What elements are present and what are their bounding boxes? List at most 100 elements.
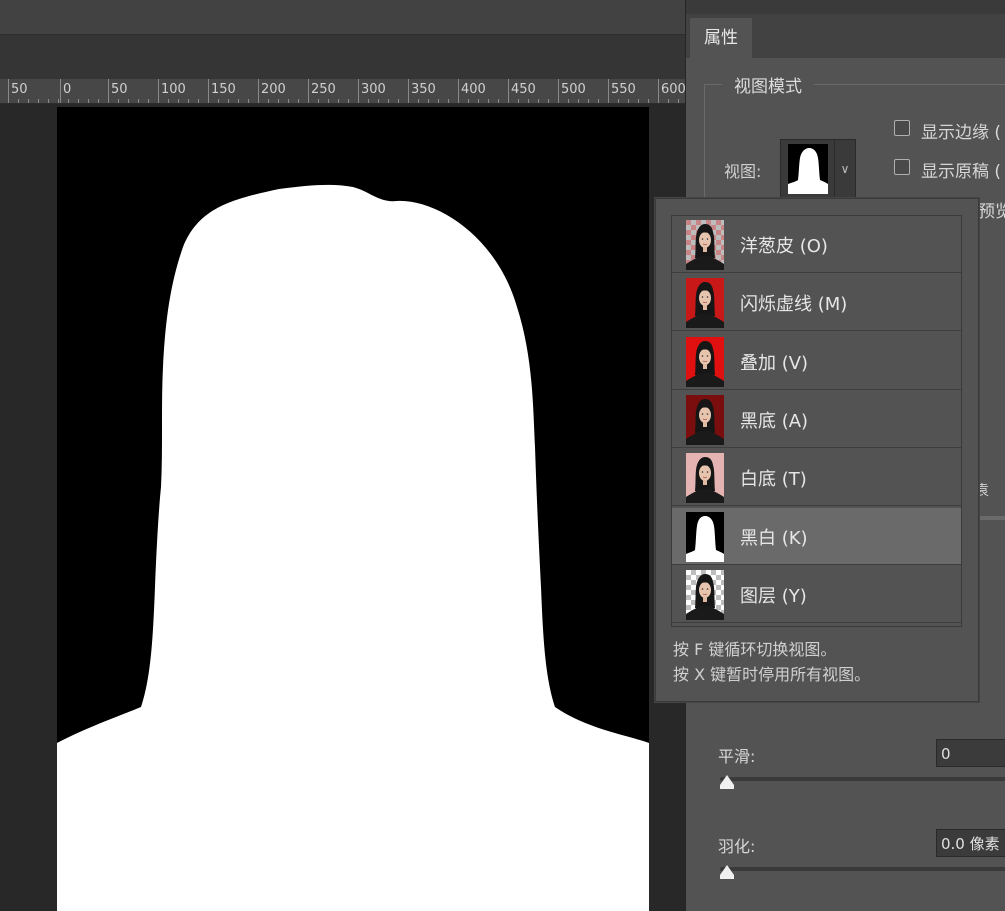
ruler-minor-tick: [48, 99, 49, 103]
ruler-minor-tick: [178, 99, 179, 103]
ruler-tick-label: 300: [361, 82, 386, 97]
show-edge-label: 显示边缘 (: [921, 123, 1002, 143]
view-thumbnail-icon: [686, 511, 724, 562]
ruler-minor-tick: [188, 99, 189, 103]
view-menu-item[interactable]: 叠加 (V): [672, 333, 961, 390]
ruler-minor-tick: [218, 99, 219, 103]
feather-input[interactable]: 0.0 像素: [936, 829, 1005, 857]
ruler-minor-tick: [268, 99, 269, 103]
feather-slider-thumb[interactable]: [720, 865, 734, 879]
ruler-minor-tick: [318, 99, 319, 103]
ruler-minor-tick: [328, 99, 329, 103]
view-mode-dropdown[interactable]: ∨: [780, 139, 856, 199]
ruler-tick-label: 0: [63, 82, 72, 97]
view-thumbnail-icon: [686, 336, 724, 387]
ruler-tick-label: 250: [311, 82, 336, 97]
show-edge-checkbox[interactable]: [894, 120, 910, 136]
ruler-minor-tick: [408, 99, 409, 103]
ruler-minor-tick: [238, 99, 239, 103]
ruler-minor-tick: [678, 99, 679, 103]
ruler-minor-tick: [518, 99, 519, 103]
hint-disable-views: 按 X 键暂时停用所有视图。: [673, 665, 871, 684]
ruler-minor-tick: [648, 99, 649, 103]
view-menu-item[interactable]: 图层 (Y): [672, 566, 961, 623]
ruler-minor-tick: [598, 99, 599, 103]
ruler-minor-tick: [398, 99, 399, 103]
ruler-minor-tick: [368, 99, 369, 103]
horizontal-ruler[interactable]: 50 0 50 100 150 200 250 300 350 400 450 500 550 600: [0, 79, 686, 104]
black-white-mask-image: [57, 184, 649, 911]
ruler-tick-label: 50: [11, 82, 28, 97]
options-bar: [0, 0, 686, 35]
preview-label: 预览: [978, 202, 1005, 222]
ruler-tick: 0: [60, 79, 71, 103]
ruler-tick-label: 450: [511, 82, 536, 97]
ruler-tick-label: 500: [561, 82, 586, 97]
ruler-minor-tick: [258, 99, 259, 103]
view-thumbnail-icon: [686, 569, 724, 620]
ruler-minor-tick: [288, 99, 289, 103]
view-menu-item[interactable]: 黑白 (K): [672, 507, 961, 565]
ruler-minor-tick: [658, 99, 659, 103]
show-original-checkbox[interactable]: [894, 159, 910, 175]
ruler-tick-label: 350: [411, 82, 436, 97]
ruler-minor-tick: [28, 99, 29, 103]
smooth-input[interactable]: 0: [936, 739, 1005, 767]
ruler-minor-tick: [578, 99, 579, 103]
ruler-minor-tick: [138, 99, 139, 103]
ruler-minor-tick: [8, 99, 9, 103]
view-menu-item[interactable]: 黑底 (A): [672, 391, 961, 448]
ruler-minor-tick: [278, 99, 279, 103]
ruler-minor-tick: [378, 99, 379, 103]
ruler-minor-tick: [608, 99, 609, 103]
ruler-tick-label: 50: [111, 82, 128, 97]
ruler-minor-tick: [148, 99, 149, 103]
view-menu-item[interactable]: 闪烁虚线 (M): [672, 274, 961, 332]
document-tab-strip: [0, 35, 686, 79]
ruler-minor-tick: [508, 99, 509, 103]
smooth-slider-track[interactable]: [720, 777, 1005, 781]
ruler-minor-tick: [438, 99, 439, 103]
ruler-minor-tick: [338, 99, 339, 103]
ruler-minor-tick: [458, 99, 459, 103]
chevron-down-icon[interactable]: ∨: [834, 140, 855, 198]
ruler-minor-tick: [128, 99, 129, 103]
view-menu-item-label: 闪烁虚线 (M): [740, 294, 848, 316]
view-mode-title: 视图模式: [722, 72, 814, 97]
view-thumbnail-icon: [686, 453, 724, 504]
document-canvas[interactable]: [57, 107, 649, 911]
view-menu-item-label: 黑底 (A): [740, 410, 809, 432]
panel-top-strip: [686, 0, 1005, 14]
ruler-minor-tick: [348, 99, 349, 103]
show-original-label: 显示原稿 (: [921, 162, 1002, 182]
ruler-tick-label: 200: [261, 82, 286, 97]
ruler-minor-tick: [448, 99, 449, 103]
view-menu-item[interactable]: 白底 (T): [672, 449, 961, 507]
panel-tab-bar: 属性: [686, 14, 1005, 58]
ruler-minor-tick: [198, 99, 199, 103]
view-mode-list: 洋葱皮 (O) 闪烁虚线 (M) 叠加 (V) 黑底 (A) 白底 (T) 黑白 (K) 图…: [671, 215, 962, 627]
ruler-minor-tick: [68, 99, 69, 103]
panel-divider: [976, 516, 1005, 520]
ruler-minor-tick: [58, 99, 59, 103]
tab-properties[interactable]: 属性: [690, 18, 752, 58]
feather-slider-track[interactable]: [720, 867, 1005, 871]
ruler-minor-tick: [528, 99, 529, 103]
ruler-minor-tick: [98, 99, 99, 103]
ruler-minor-tick: [298, 99, 299, 103]
view-thumbnail-icon: [686, 278, 724, 329]
ruler-minor-tick: [158, 99, 159, 103]
ruler-minor-tick: [388, 99, 389, 103]
ruler-minor-tick: [618, 99, 619, 103]
view-mode-menu: 洋葱皮 (O) 闪烁虚线 (M) 叠加 (V) 黑底 (A) 白底 (T) 黑白 (K) 图…: [655, 198, 979, 702]
ruler-minor-tick: [548, 99, 549, 103]
hint-cycle-views: 按 F 键循环切换视图。: [673, 640, 837, 659]
view-label: 视图:: [724, 162, 762, 181]
view-thumbnail-icon: [686, 220, 724, 270]
ruler-minor-tick: [588, 99, 589, 103]
view-menu-item-label: 白底 (T): [740, 469, 807, 491]
smooth-slider-thumb[interactable]: [720, 775, 734, 789]
smooth-label: 平滑:: [718, 747, 756, 766]
view-menu-item[interactable]: 洋葱皮 (O): [672, 216, 961, 273]
ruler-minor-tick: [88, 99, 89, 103]
